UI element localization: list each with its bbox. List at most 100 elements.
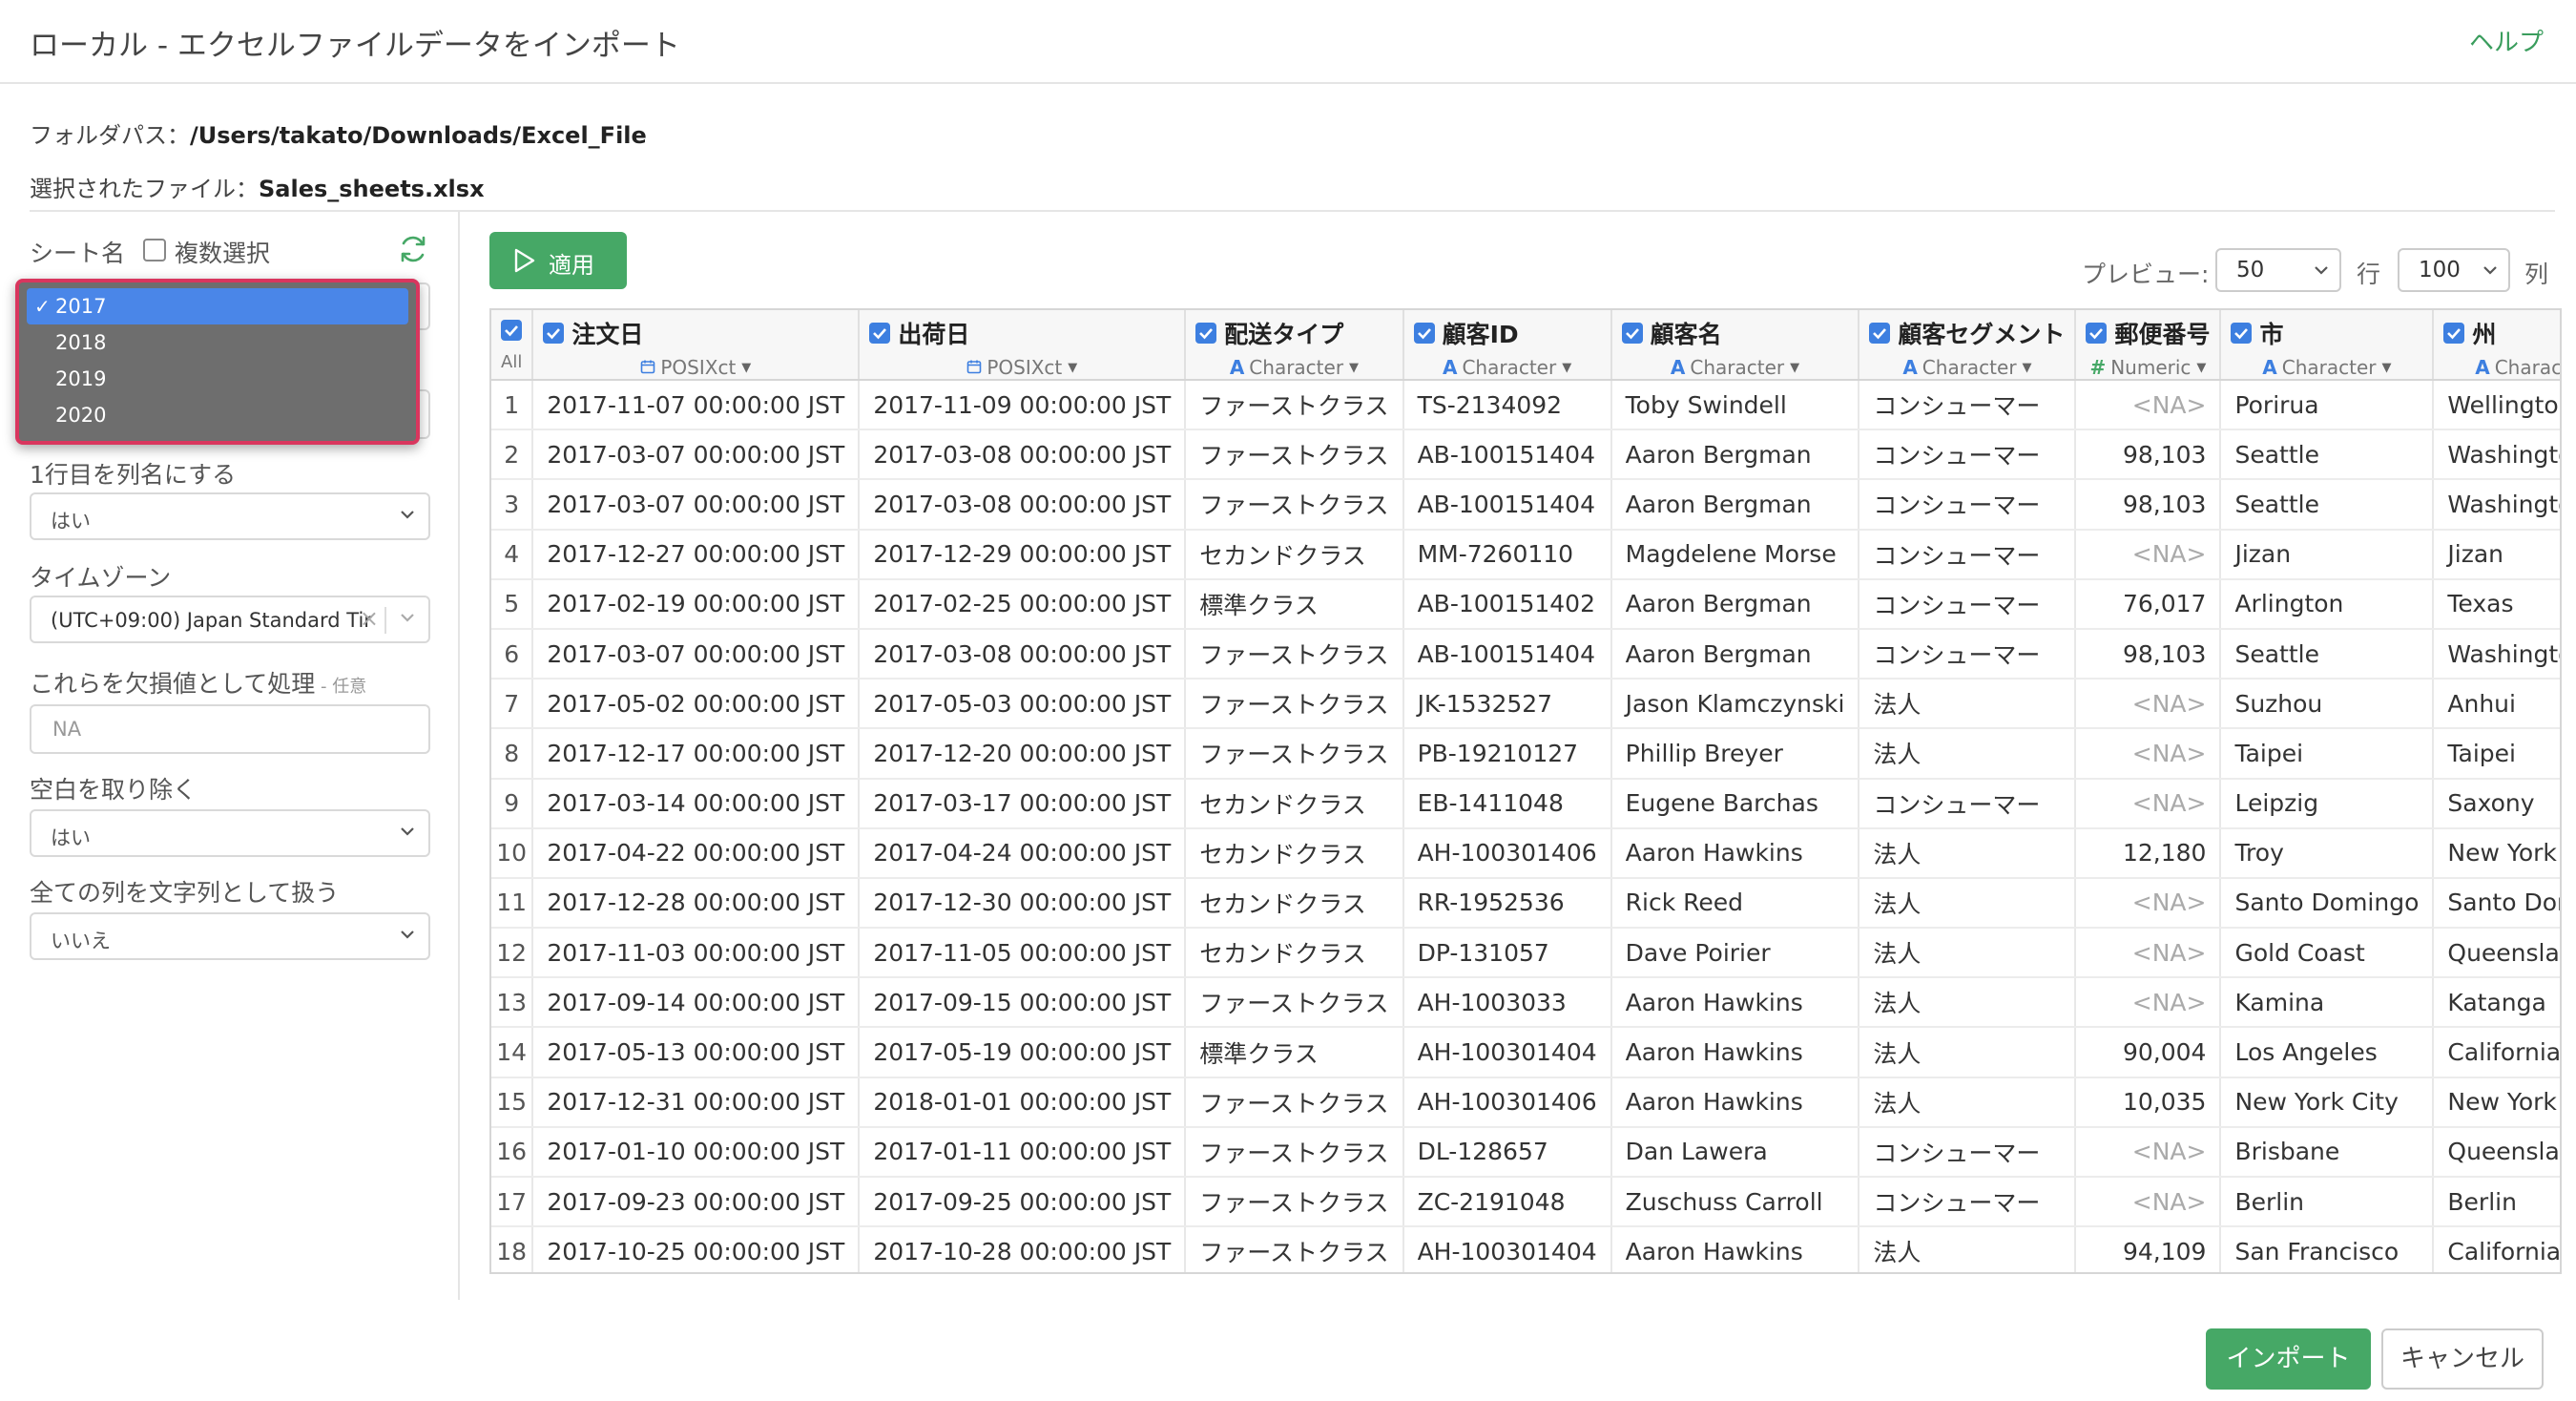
- column-checkbox[interactable]: [2443, 323, 2465, 344]
- preview-cols-select[interactable]: 100: [2398, 248, 2510, 292]
- preview-table: All 注文日 POSIXct ▼ 出荷日 POSIXct ▼ 配送タイプ A Characte…: [489, 308, 2562, 1274]
- column-type-select[interactable]: ACharacter▼: [1195, 356, 1392, 378]
- column-type-select[interactable]: ACharacter▼: [1414, 356, 1601, 378]
- character-type-icon: A: [1670, 356, 1686, 379]
- table-cell: コンシューマー: [1859, 529, 2077, 580]
- table-row: 5 2017-02-19 00:00:00 JST 2017-02-25 00:00…: [491, 578, 2560, 630]
- sheet-option-2019[interactable]: 2019: [27, 361, 408, 397]
- character-type-icon: A: [2262, 356, 2277, 379]
- refresh-icon[interactable]: [397, 233, 429, 265]
- table-cell: Queensland: [2433, 1126, 2560, 1179]
- table-row: 6 2017-03-07 00:00:00 JST 2017-03-08 00:00…: [491, 628, 2560, 680]
- table-cell: Dave Poirier: [1610, 928, 1860, 979]
- table-cell: <NA>: [2075, 728, 2222, 780]
- preview-rows-select[interactable]: 50: [2215, 248, 2341, 292]
- table-cell: 2017-09-15 00:00:00 JST: [859, 977, 1187, 1029]
- header-row-select[interactable]: はい: [30, 492, 430, 540]
- column-type-select[interactable]: ACharacter▼: [2231, 356, 2422, 379]
- table-cell: Seattle: [2220, 628, 2435, 680]
- column-name: 顧客名: [1621, 316, 1849, 350]
- sheet-option-2020[interactable]: 2020: [27, 397, 408, 433]
- table-row: 4 2017-12-27 00:00:00 JST 2017-12-29 00:00…: [491, 529, 2560, 580]
- column-type-select[interactable]: # Numeric ▼: [2086, 356, 2210, 378]
- table-cell: 法人: [1859, 928, 2077, 979]
- select-all-checkbox[interactable]: [501, 320, 523, 341]
- table-cell: Aaron Hawkins: [1610, 1226, 1860, 1272]
- table-cell: 2017-03-07 00:00:00 JST: [532, 628, 861, 680]
- sheet-option-2018[interactable]: 2018: [27, 324, 408, 361]
- all-as-string-select[interactable]: いいえ: [30, 912, 430, 960]
- caret-down-icon: ▼: [741, 360, 752, 375]
- table-cell: コンシューマー: [1859, 1126, 2077, 1179]
- header-row-label: 1行目を列名にする: [30, 461, 237, 489]
- trim-whitespace-value: はい: [51, 826, 91, 849]
- multi-select-label: 複数選択: [175, 240, 271, 267]
- multi-select-checkbox[interactable]: [143, 239, 166, 261]
- table-cell: ファーストクラス: [1185, 429, 1404, 481]
- caret-down-icon: ▼: [1349, 360, 1360, 375]
- apply-button[interactable]: 適用: [489, 232, 627, 289]
- column-checkbox[interactable]: [543, 323, 565, 344]
- na-values-label-text: これらを欠損値として処理: [30, 670, 316, 698]
- table-cell: Katanga: [2433, 977, 2560, 1029]
- chevron-down-icon: [2482, 256, 2499, 284]
- column-checkbox[interactable]: [2086, 323, 2108, 344]
- table-cell: Eugene Barchas: [1610, 778, 1860, 829]
- table-cell: 2017-11-07 00:00:00 JST: [532, 380, 861, 431]
- help-link[interactable]: ヘルプ: [2469, 23, 2544, 58]
- table-cell: California: [2433, 1027, 2560, 1078]
- row-index: 13: [491, 977, 534, 1029]
- table-cell: AB-100151404: [1402, 628, 1612, 680]
- column-type-select[interactable]: POSIXct ▼: [543, 356, 848, 378]
- table-row: 10 2017-04-22 00:00:00 JST 2017-04-24 00:0…: [491, 827, 2560, 879]
- table-row: 13 2017-09-14 00:00:00 JST 2017-09-15 00:0…: [491, 977, 2560, 1029]
- column-name-text: 注文日: [571, 321, 644, 348]
- table-cell: 2017-10-28 00:00:00 JST: [859, 1226, 1187, 1272]
- column-type-select[interactable]: POSIXct ▼: [869, 356, 1174, 378]
- na-values-input[interactable]: NA: [30, 704, 430, 754]
- sheet-option-2017[interactable]: ✓ 2017: [27, 288, 408, 324]
- table-cell: New York City: [2220, 1077, 2435, 1128]
- table-cell: Taipei: [2433, 728, 2560, 780]
- column-name-text: 顧客ID: [1442, 321, 1519, 348]
- table-row: 2 2017-03-07 00:00:00 JST 2017-03-08 00:00…: [491, 429, 2560, 481]
- all-as-string-value: いいえ: [51, 930, 111, 952]
- cancel-button[interactable]: キャンセル: [2381, 1328, 2544, 1390]
- timezone-value: (UTC+09:00) Japan Standard Tir: [51, 609, 372, 632]
- chevron-down-icon: [398, 500, 417, 529]
- selected-file-value: Sales_sheets.xlsx: [259, 176, 485, 202]
- column-type-select[interactable]: ACharacter▼: [1869, 356, 2065, 378]
- column-checkbox[interactable]: [1413, 323, 1435, 344]
- row-index: 1: [491, 380, 534, 431]
- table-cell: コンシューマー: [1859, 1177, 2077, 1228]
- table-cell: 98,103: [2075, 628, 2222, 680]
- sheet-option-label: 2020: [55, 404, 107, 427]
- play-icon: [512, 247, 537, 274]
- trim-whitespace-select[interactable]: はい: [30, 809, 430, 857]
- column-checkbox[interactable]: [2231, 323, 2253, 344]
- trim-whitespace-label: 空白を取り除く: [30, 776, 197, 804]
- clear-icon[interactable]: ×: [360, 605, 379, 632]
- column-checkbox[interactable]: [1195, 323, 1217, 344]
- row-index: 15: [491, 1077, 534, 1128]
- table-cell: 法人: [1859, 977, 2077, 1029]
- column-checkbox[interactable]: [1621, 323, 1643, 344]
- column-name-text: 顧客名: [1650, 321, 1722, 348]
- column-type-select[interactable]: ACharacter▼: [2443, 356, 2560, 378]
- column-name: 顧客セグメント: [1869, 316, 2065, 350]
- timezone-select[interactable]: (UTC+09:00) Japan Standard Tir ×: [30, 596, 430, 643]
- column-checkbox[interactable]: [869, 323, 891, 344]
- table-cell: New York: [2433, 827, 2560, 879]
- import-button[interactable]: インポート: [2206, 1328, 2371, 1390]
- column-header: 市 A Character ▼: [2220, 310, 2435, 381]
- table-cell: RR-1952536: [1402, 877, 1612, 930]
- row-index: 11: [491, 877, 534, 930]
- column-header: 顧客ID A Character ▼: [1402, 310, 1612, 381]
- table-cell: 2017-12-29 00:00:00 JST: [859, 529, 1187, 580]
- column-type-select[interactable]: ACharacter▼: [1622, 356, 1849, 379]
- table-cell: DL-128657: [1402, 1126, 1612, 1179]
- table-cell: Aaron Bergman: [1610, 628, 1860, 680]
- table-row: 9 2017-03-14 00:00:00 JST 2017-03-17 00:00…: [491, 778, 2560, 829]
- apply-label: 適用: [549, 252, 594, 279]
- column-checkbox[interactable]: [1869, 323, 1891, 344]
